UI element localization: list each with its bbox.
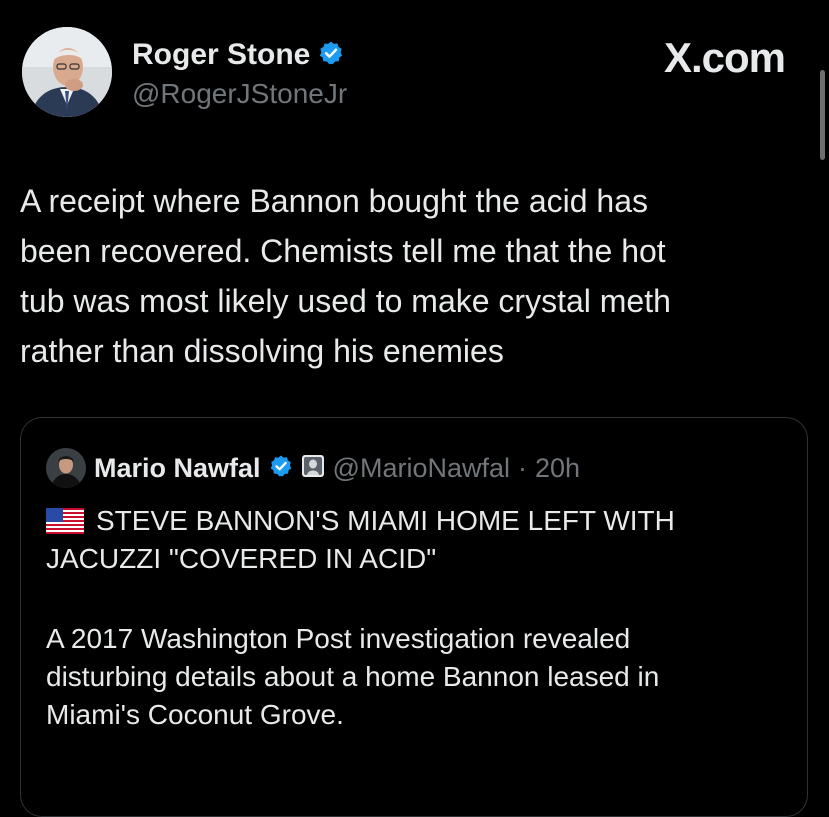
tweet-line: A receipt where Bannon bought the acid h… [20,183,648,219]
tweet-line: rather than dissolving his enemies [20,333,504,369]
quoted-body-line: Miami's Coconut Grove. [46,699,344,730]
quoted-author-photo [46,448,86,488]
meta-separator: · [518,452,527,483]
author-name-row: Roger Stone [132,38,344,72]
scrollbar[interactable] [820,70,825,160]
quoted-author-avatar[interactable] [46,448,86,488]
author-handle[interactable]: @RogerJStoneJr [132,78,347,110]
quoted-body-line: disturbing details about a home Bannon l… [46,661,660,692]
us-flag-icon [46,506,84,544]
tweet-text: A receipt where Bannon bought the acid h… [20,176,800,376]
author-photo [22,27,112,117]
author-avatar[interactable] [22,27,112,117]
tweet-line: tub was most likely used to make crystal… [20,283,671,319]
quoted-tweet-time[interactable]: 20h [535,453,580,484]
tweet-line: been recovered. Chemists tell me that th… [20,233,666,269]
affiliate-badge-icon [301,454,325,483]
verified-badge-icon [269,454,293,483]
quoted-headline-text: STEVE BANNON'S MIAMI HOME LEFT WITH [96,505,675,536]
quoted-tweet-card[interactable]: Mario Nawfal @MarioNawfal · 20h STEVE BA… [20,417,808,817]
quoted-body-line: A 2017 Washington Post investigation rev… [46,623,631,654]
quoted-headline-line: STEVE BANNON'S MIAMI HOME LEFT WITH [46,502,786,544]
quoted-headline-line: JACUZZI "COVERED IN ACID" [46,543,437,574]
quoted-tweet-header: Mario Nawfal @MarioNawfal · 20h [46,448,580,488]
quoted-author-name[interactable]: Mario Nawfal [94,453,261,484]
author-name[interactable]: Roger Stone [132,38,310,72]
quoted-author-handle[interactable]: @MarioNawfal [333,453,510,484]
x-com-brand: X.com [663,34,786,81]
verified-badge-icon [318,40,344,71]
